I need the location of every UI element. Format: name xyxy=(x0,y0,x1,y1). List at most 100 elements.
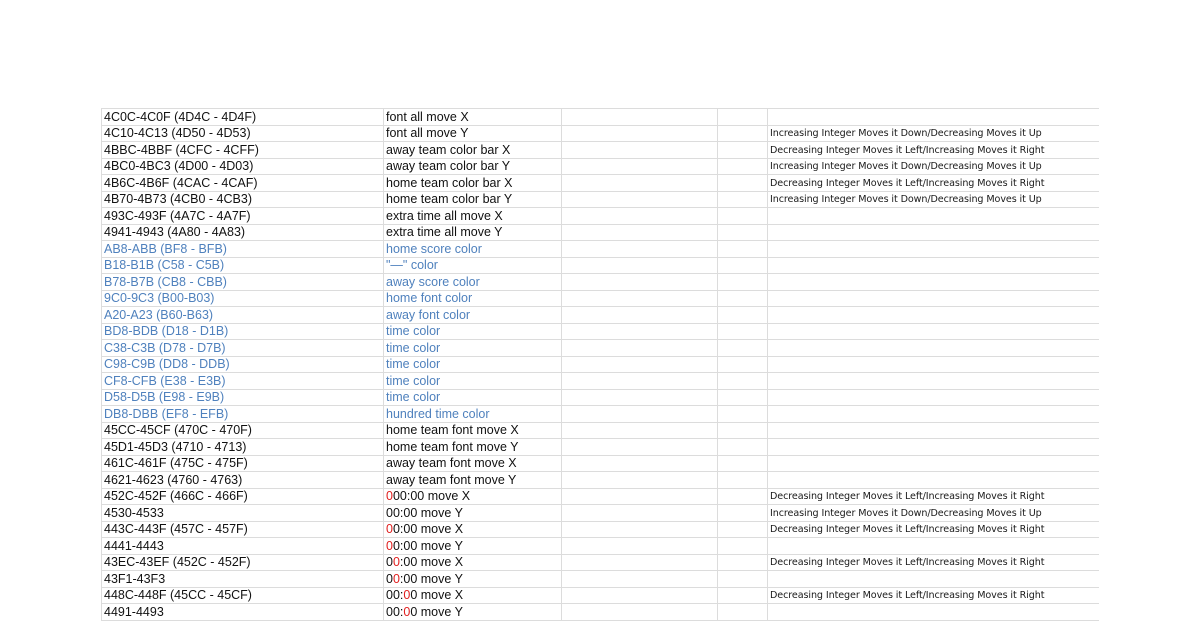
note-cell[interactable] xyxy=(767,438,1099,456)
address-cell[interactable]: AB8-ABB (BF8 - BFB) xyxy=(101,240,384,258)
empty-cell[interactable] xyxy=(561,240,718,258)
empty-cell[interactable] xyxy=(717,504,768,522)
note-cell[interactable] xyxy=(767,454,1099,472)
empty-cell[interactable] xyxy=(717,339,768,357)
description-cell[interactable]: font all move Y xyxy=(383,124,562,142)
empty-cell[interactable] xyxy=(561,405,718,423)
empty-cell[interactable] xyxy=(717,471,768,489)
empty-cell[interactable] xyxy=(717,586,768,604)
description-cell[interactable]: time color xyxy=(383,355,562,373)
empty-cell[interactable] xyxy=(717,372,768,390)
description-cell[interactable]: 000:00 move X xyxy=(383,487,562,505)
address-cell[interactable]: 4BC0-4BC3 (4D00 - 4D03) xyxy=(101,157,384,175)
address-cell[interactable]: 443C-443F (457C - 457F) xyxy=(101,520,384,538)
note-cell[interactable] xyxy=(767,223,1099,241)
address-cell[interactable]: 493C-493F (4A7C - 4A7F) xyxy=(101,207,384,225)
address-cell[interactable]: B18-B1B (C58 - C5B) xyxy=(101,256,384,274)
note-cell[interactable]: Decreasing Integer Moves it Left/Increas… xyxy=(767,141,1099,159)
address-cell[interactable]: C38-C3B (D78 - D7B) xyxy=(101,339,384,357)
note-cell[interactable] xyxy=(767,289,1099,307)
empty-cell[interactable] xyxy=(717,355,768,373)
empty-cell[interactable] xyxy=(717,520,768,538)
address-cell[interactable]: 461C-461F (475C - 475F) xyxy=(101,454,384,472)
empty-cell[interactable] xyxy=(561,586,718,604)
description-cell[interactable]: 00:00 move X xyxy=(383,553,562,571)
empty-cell[interactable] xyxy=(561,520,718,538)
empty-cell[interactable] xyxy=(717,289,768,307)
description-cell[interactable]: away font color xyxy=(383,306,562,324)
description-cell[interactable]: extra time all move X xyxy=(383,207,562,225)
empty-cell[interactable] xyxy=(717,124,768,142)
empty-cell[interactable] xyxy=(717,223,768,241)
address-cell[interactable]: 43EC-43EF (452C - 452F) xyxy=(101,553,384,571)
note-cell[interactable] xyxy=(767,322,1099,340)
address-cell[interactable]: D58-D5B (E98 - E9B) xyxy=(101,388,384,406)
address-cell[interactable]: C98-C9B (DD8 - DDB) xyxy=(101,355,384,373)
note-cell[interactable]: Decreasing Integer Moves it Left/Increas… xyxy=(767,520,1099,538)
address-cell[interactable]: 4B6C-4B6F (4CAC - 4CAF) xyxy=(101,174,384,192)
empty-cell[interactable] xyxy=(561,322,718,340)
description-cell[interactable]: time color xyxy=(383,339,562,357)
note-cell[interactable] xyxy=(767,405,1099,423)
empty-cell[interactable] xyxy=(717,306,768,324)
empty-cell[interactable] xyxy=(717,487,768,505)
empty-cell[interactable] xyxy=(717,240,768,258)
empty-cell[interactable] xyxy=(561,355,718,373)
note-cell[interactable]: Decreasing Integer Moves it Left/Increas… xyxy=(767,487,1099,505)
note-cell[interactable] xyxy=(767,388,1099,406)
note-cell[interactable]: Increasing Integer Moves it Down/Decreas… xyxy=(767,124,1099,142)
empty-cell[interactable] xyxy=(561,471,718,489)
note-cell[interactable] xyxy=(767,306,1099,324)
empty-cell[interactable] xyxy=(561,289,718,307)
empty-cell[interactable] xyxy=(717,438,768,456)
address-cell[interactable]: 448C-448F (45CC - 45CF) xyxy=(101,586,384,604)
address-cell[interactable]: 9C0-9C3 (B00-B03) xyxy=(101,289,384,307)
empty-cell[interactable] xyxy=(561,141,718,159)
address-cell[interactable]: 4B70-4B73 (4CB0 - 4CB3) xyxy=(101,190,384,208)
empty-cell[interactable] xyxy=(717,421,768,439)
note-cell[interactable]: Decreasing Integer Moves it Left/Increas… xyxy=(767,174,1099,192)
description-cell[interactable]: home team color bar Y xyxy=(383,190,562,208)
empty-cell[interactable] xyxy=(717,190,768,208)
note-cell[interactable] xyxy=(767,421,1099,439)
address-cell[interactable]: 4441-4443 xyxy=(101,537,384,555)
address-cell[interactable]: 452C-452F (466C - 466F) xyxy=(101,487,384,505)
empty-cell[interactable] xyxy=(561,570,718,588)
empty-cell[interactable] xyxy=(717,141,768,159)
note-cell[interactable] xyxy=(767,240,1099,258)
description-cell[interactable]: away score color xyxy=(383,273,562,291)
description-cell[interactable]: 00:00 move X xyxy=(383,520,562,538)
description-cell[interactable]: home team font move X xyxy=(383,421,562,439)
note-cell[interactable] xyxy=(767,108,1099,126)
address-cell[interactable]: BD8-BDB (D18 - D1B) xyxy=(101,322,384,340)
description-cell[interactable]: extra time all move Y xyxy=(383,223,562,241)
description-cell[interactable]: time color xyxy=(383,322,562,340)
address-cell[interactable]: 4C0C-4C0F (4D4C - 4D4F) xyxy=(101,108,384,126)
address-cell[interactable]: 45D1-45D3 (4710 - 4713) xyxy=(101,438,384,456)
note-cell[interactable] xyxy=(767,537,1099,555)
note-cell[interactable]: Increasing Integer Moves it Down/Decreas… xyxy=(767,504,1099,522)
empty-cell[interactable] xyxy=(717,174,768,192)
address-cell[interactable]: 4C10-4C13 (4D50 - 4D53) xyxy=(101,124,384,142)
empty-cell[interactable] xyxy=(561,438,718,456)
empty-cell[interactable] xyxy=(717,207,768,225)
description-cell[interactable]: home team font move Y xyxy=(383,438,562,456)
empty-cell[interactable] xyxy=(561,190,718,208)
empty-cell[interactable] xyxy=(561,372,718,390)
note-cell[interactable] xyxy=(767,471,1099,489)
empty-cell[interactable] xyxy=(561,339,718,357)
description-cell[interactable]: time color xyxy=(383,388,562,406)
address-cell[interactable]: 45CC-45CF (470C - 470F) xyxy=(101,421,384,439)
description-cell[interactable]: home score color xyxy=(383,240,562,258)
note-cell[interactable] xyxy=(767,207,1099,225)
empty-cell[interactable] xyxy=(717,256,768,274)
note-cell[interactable] xyxy=(767,570,1099,588)
empty-cell[interactable] xyxy=(717,603,768,621)
address-cell[interactable]: CF8-CFB (E38 - E3B) xyxy=(101,372,384,390)
description-cell[interactable]: home team color bar X xyxy=(383,174,562,192)
note-cell[interactable]: Decreasing Integer Moves it Left/Increas… xyxy=(767,553,1099,571)
description-cell[interactable]: time color xyxy=(383,372,562,390)
empty-cell[interactable] xyxy=(561,306,718,324)
empty-cell[interactable] xyxy=(717,388,768,406)
empty-cell[interactable] xyxy=(717,553,768,571)
